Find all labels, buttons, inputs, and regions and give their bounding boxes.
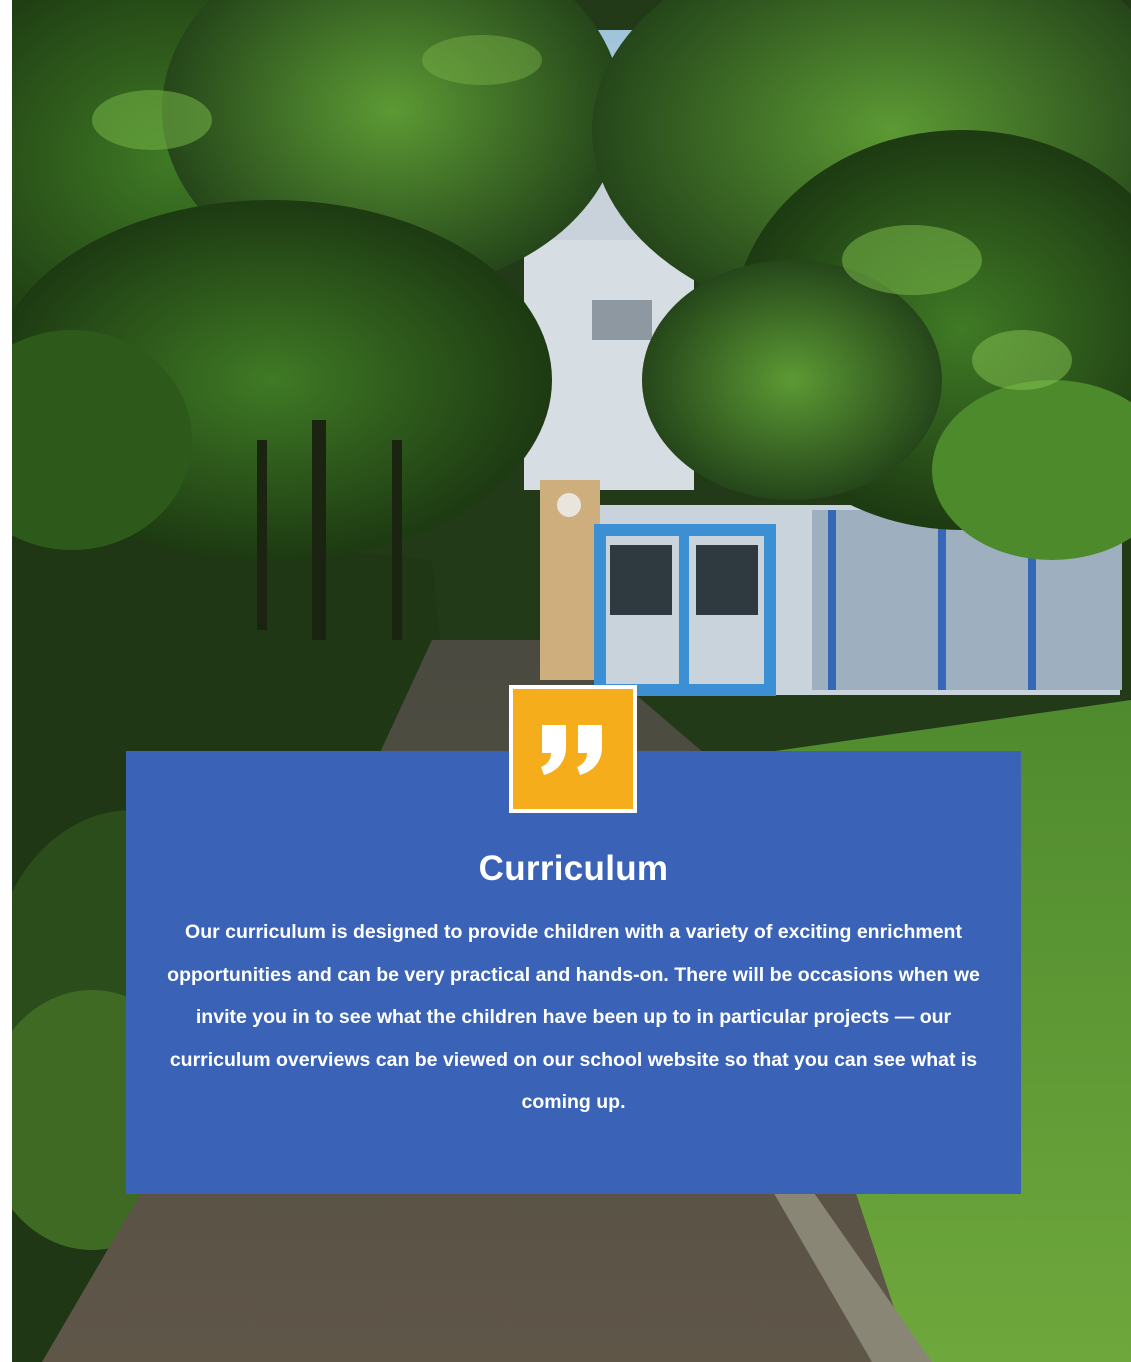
card-title: Curriculum [478,849,669,888]
card-body-text: Our curriculum is designed to provide ch… [167,921,980,1114]
quote-badge [509,685,637,813]
page: Curriculum Our curriculum is designed to… [0,0,1131,1362]
quote-icon [541,725,602,775]
curriculum-card: Curriculum Our curriculum is designed to… [126,751,1021,1194]
